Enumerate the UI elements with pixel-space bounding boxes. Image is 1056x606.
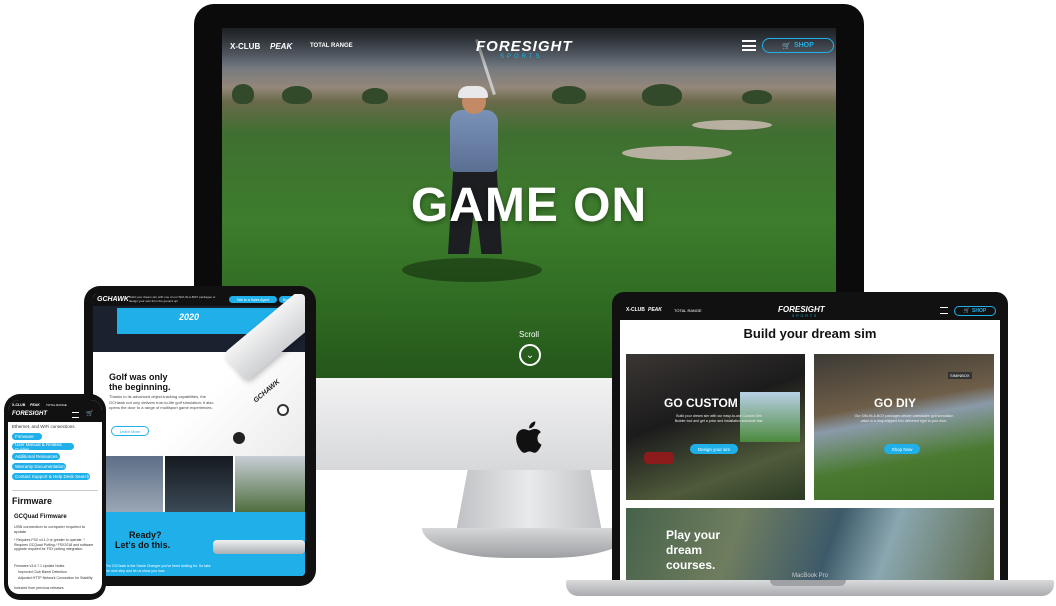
laptop-screen: X-CLUB PEAK TOTAL RANGE FORESIGHT SPORTS… <box>620 302 1000 582</box>
hamburger-icon[interactable] <box>72 412 79 418</box>
laptop-notch <box>770 580 846 586</box>
courses-line-3: courses. <box>666 558 716 572</box>
gchawk-logo[interactable]: GCHAWK <box>97 296 129 303</box>
card-body: Our SIM-IN-A-BOX packages deliver unbeat… <box>854 414 954 423</box>
shop-label: SHOP <box>972 308 987 314</box>
scroll-label: Scroll <box>518 330 539 339</box>
firmware-button[interactable]: Firmware <box>12 433 42 440</box>
foresight-logo[interactable]: FORESIGHT <box>778 305 825 314</box>
design-your-sim-button[interactable]: Design your sim <box>690 444 738 454</box>
section1-body: Thanks to its advanced object-tracking c… <box>109 394 214 410</box>
tree <box>552 86 586 104</box>
car-shape <box>644 452 674 464</box>
page-heading: Build your dream sim <box>743 326 877 341</box>
tree <box>282 86 312 104</box>
tree <box>232 84 254 104</box>
tree <box>642 84 682 106</box>
section-title: Firmware <box>12 496 53 506</box>
promo-label: 2020 <box>179 312 200 322</box>
tree <box>742 90 772 104</box>
cart-icon: 🛒 <box>963 308 971 314</box>
golfer-shadow <box>402 258 542 282</box>
peak-logo[interactable]: PEAK <box>30 403 40 407</box>
section2-body: The GCHawk is the Game Changer you've be… <box>105 564 211 573</box>
total-range-logo[interactable]: TOTAL RANGE <box>310 43 353 49</box>
total-range-logo[interactable]: TOTAL RANGE <box>46 403 67 407</box>
section2-headline-2: Let's do this. <box>115 540 171 550</box>
section1-headline-2: the beginning. <box>109 382 171 392</box>
hamburger-icon[interactable] <box>742 40 756 51</box>
siminbox-sign: SIMINBOX <box>948 372 972 379</box>
xclub-logo[interactable]: X-CLUB <box>626 307 645 313</box>
xclub-logo[interactable]: X-CLUB <box>230 42 260 51</box>
chevron-down-icon[interactable]: ⌄ <box>519 344 541 366</box>
peak-logo[interactable]: PEAK <box>648 307 662 313</box>
shop-label: SHOP <box>793 42 814 49</box>
learn-more-button[interactable]: Learn More <box>111 426 149 436</box>
xclub-logo[interactable]: X-CLUB <box>12 403 25 407</box>
bunker <box>622 146 732 160</box>
photo-tile <box>235 456 305 512</box>
cart-icon: 🛒 <box>782 42 791 50</box>
user-manual-button[interactable]: User Manual & Related Guides <box>12 442 74 452</box>
foresight-logo[interactable]: FORESIGHT <box>476 38 573 55</box>
device-logo-icon <box>277 404 289 416</box>
divider <box>12 490 98 491</box>
hero-headline: GAME ON <box>410 179 648 232</box>
device-camera-icon <box>233 432 245 444</box>
tablet-screen: GCHAWK Build your dream sim with one of … <box>93 294 305 576</box>
intro-text: Ethernet, and WiFi connections. <box>12 424 76 429</box>
card-body: Build your dream sim with our easy-to-us… <box>674 414 764 423</box>
shop-button[interactable]: 🛒 SHOP <box>762 38 834 53</box>
note-item: Included from previous releases <box>14 586 64 590</box>
total-range-logo[interactable]: TOTAL RANGE <box>674 308 702 313</box>
shop-now-button[interactable]: Shop Now <box>884 444 920 454</box>
courses-line-2: dream <box>666 543 703 557</box>
warranty-button[interactable]: Warranty Documentation <box>12 463 66 470</box>
tree <box>362 88 388 104</box>
card-title: GO DIY <box>874 396 917 410</box>
section1-headline-1: Golf was only <box>109 372 168 382</box>
courses-line-1: Play your <box>666 528 721 542</box>
requirements-note: * Requires FSX v4.1.0 or greater to oper… <box>14 538 94 551</box>
hamburger-icon[interactable] <box>940 307 948 314</box>
note-item: Improved Club Barrel Detection <box>18 570 67 574</box>
contact-support-button[interactable]: Contact Support & Help Desk Search <box>12 473 90 480</box>
foresight-logo-sub: SPORTS <box>500 54 543 60</box>
peak-logo[interactable]: PEAK <box>270 42 292 51</box>
gchawk-device-side <box>213 540 305 554</box>
imac-stand <box>456 470 602 532</box>
note-item: Adjusted HTTP Network Connection for Sta… <box>18 576 93 580</box>
additional-resources-button[interactable]: Additional Resources <box>12 453 60 460</box>
shop-button[interactable]: 🛒 SHOP <box>954 306 996 316</box>
banner-text: Build your dream sim with one of our SIM… <box>129 296 216 303</box>
card-title: GO CUSTOM <box>664 396 738 410</box>
foresight-logo[interactable]: FORESIGHT <box>12 411 47 417</box>
notes-title: Firmware v3.6.7.1 Update Notes <box>14 564 65 568</box>
apple-logo-icon <box>516 421 542 453</box>
photo-tile <box>165 456 233 512</box>
section2-headline-1: Ready? <box>129 530 162 540</box>
macbook-label: MacBook Pro <box>791 573 828 579</box>
usb-note: USB connection to computer required to u… <box>14 524 86 534</box>
bunker <box>692 120 772 130</box>
golfer-torso <box>450 110 498 172</box>
golfer-cap <box>458 86 488 98</box>
imac-base <box>422 528 636 558</box>
talk-to-sales-button[interactable]: Talk to a Sales Agent <box>229 296 277 303</box>
subsection-title: GCQuad Firmware <box>14 514 67 520</box>
cart-icon[interactable]: 🛒 <box>86 410 93 417</box>
foresight-logo-sub: SPORTS <box>792 314 819 318</box>
phone-screen: X-CLUB PEAK TOTAL RANGE FORESIGHT 🛒 Ethe… <box>8 400 102 594</box>
